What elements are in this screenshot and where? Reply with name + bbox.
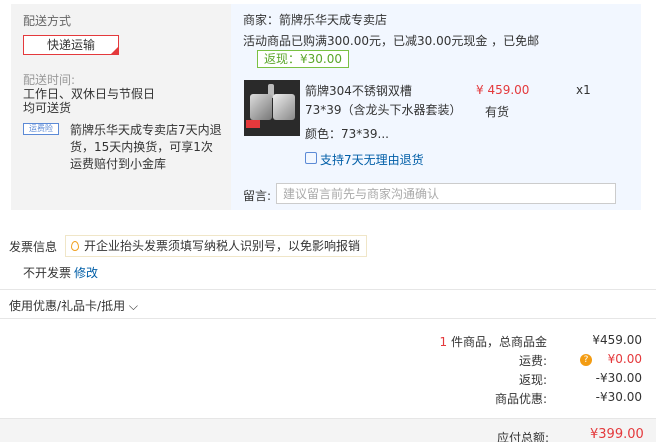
return-support-icon	[305, 152, 317, 164]
product-image[interactable]	[244, 80, 300, 136]
total-label: 应付总额:	[497, 431, 550, 442]
rebate-label: 返现:	[518, 373, 547, 387]
promo-text: 活动商品已购满300.00元，已减30.00元现金 ，已免邮	[243, 34, 540, 48]
product-color: 颜色：73*39...	[305, 127, 389, 141]
discount-value: -¥30.00	[595, 390, 642, 404]
total-value: ¥399.00	[590, 427, 644, 442]
rebate-row: 返现: -¥30.00	[380, 371, 642, 389]
total-bar: 应付总额: ¥399.00	[0, 418, 656, 442]
rebate-badge: 返现：¥30.00	[257, 50, 349, 68]
lightbulb-icon	[71, 241, 79, 251]
help-icon[interactable]: ?	[580, 354, 592, 366]
delivery-time-line2: 均可送货	[23, 101, 72, 115]
product-price: ¥ 459.00	[476, 83, 530, 97]
discount-label: 商品优惠:	[494, 392, 547, 406]
invoice-value: 不开发票	[23, 266, 72, 280]
freight-label: 运费:	[518, 354, 547, 368]
freight-value: ¥0.00	[607, 352, 642, 366]
stock-status: 有货	[485, 105, 510, 119]
invoice-label: 发票信息	[9, 240, 58, 254]
invoice-edit-link[interactable]: 修改	[74, 264, 98, 281]
product-name-line1[interactable]: 箭牌304不锈钢双槽	[305, 82, 412, 99]
goods-count-text: 件商品，总商品金	[450, 335, 547, 349]
shipping-method-button[interactable]: 快递运输	[23, 35, 119, 55]
freight-insurance-icon: 运费险	[23, 123, 59, 135]
order-item-panel: 商家：箭牌乐华天成专卖店 活动商品已购满300.00元，已减30.00元现金 ，…	[231, 4, 641, 210]
invoice-tip: 开企业抬头发票须填写纳税人识别号，以免影响报销	[65, 235, 368, 257]
discount-row: 商品优惠: -¥30.00	[380, 390, 642, 408]
return-support-link[interactable]: 支持7天无理由退货	[320, 151, 424, 168]
return-policy-line1: 箭牌乐华天成专卖店7天内退	[70, 123, 222, 137]
coupon-toggle[interactable]: 使用优惠/礼品卡/抵用 ⌵	[9, 297, 138, 314]
shipping-panel: 配送方式 快递运输 配送时间: 工作日、双休日与节假日 均可送货 运费险 箭牌乐…	[11, 4, 231, 210]
goods-total-value: ¥459.00	[592, 333, 642, 347]
note-label: 留言:	[243, 189, 272, 203]
shipping-title: 配送方式	[23, 14, 72, 28]
note-input[interactable]	[276, 183, 616, 204]
product-tag-shape	[246, 120, 260, 128]
goods-count-label: 1 件商品，总商品金	[440, 333, 547, 350]
freight-row: 运费: ? ¥0.00	[380, 352, 642, 370]
shop-name[interactable]: 商家：箭牌乐华天成专卖店	[243, 11, 387, 28]
goods-count: 1	[439, 335, 448, 349]
sink-left-shape	[250, 94, 272, 120]
return-policy-line2: 货，15天内换货，可享1次	[70, 140, 213, 154]
return-policy-line3: 运费赔付到小金库	[70, 157, 167, 171]
sink-right-shape	[273, 94, 295, 120]
rebate-value: -¥30.00	[595, 371, 642, 385]
invoice-tip-text: 开企业抬头发票须填写纳税人识别号，以免影响报销	[84, 239, 361, 253]
product-quantity: x1	[576, 83, 591, 97]
divider	[0, 318, 656, 319]
product-name-line2[interactable]: 73*39（含龙头下水器套装）	[305, 101, 462, 118]
goods-total-row: 1 件商品，总商品金 ¥459.00	[380, 333, 642, 351]
divider	[0, 289, 656, 290]
